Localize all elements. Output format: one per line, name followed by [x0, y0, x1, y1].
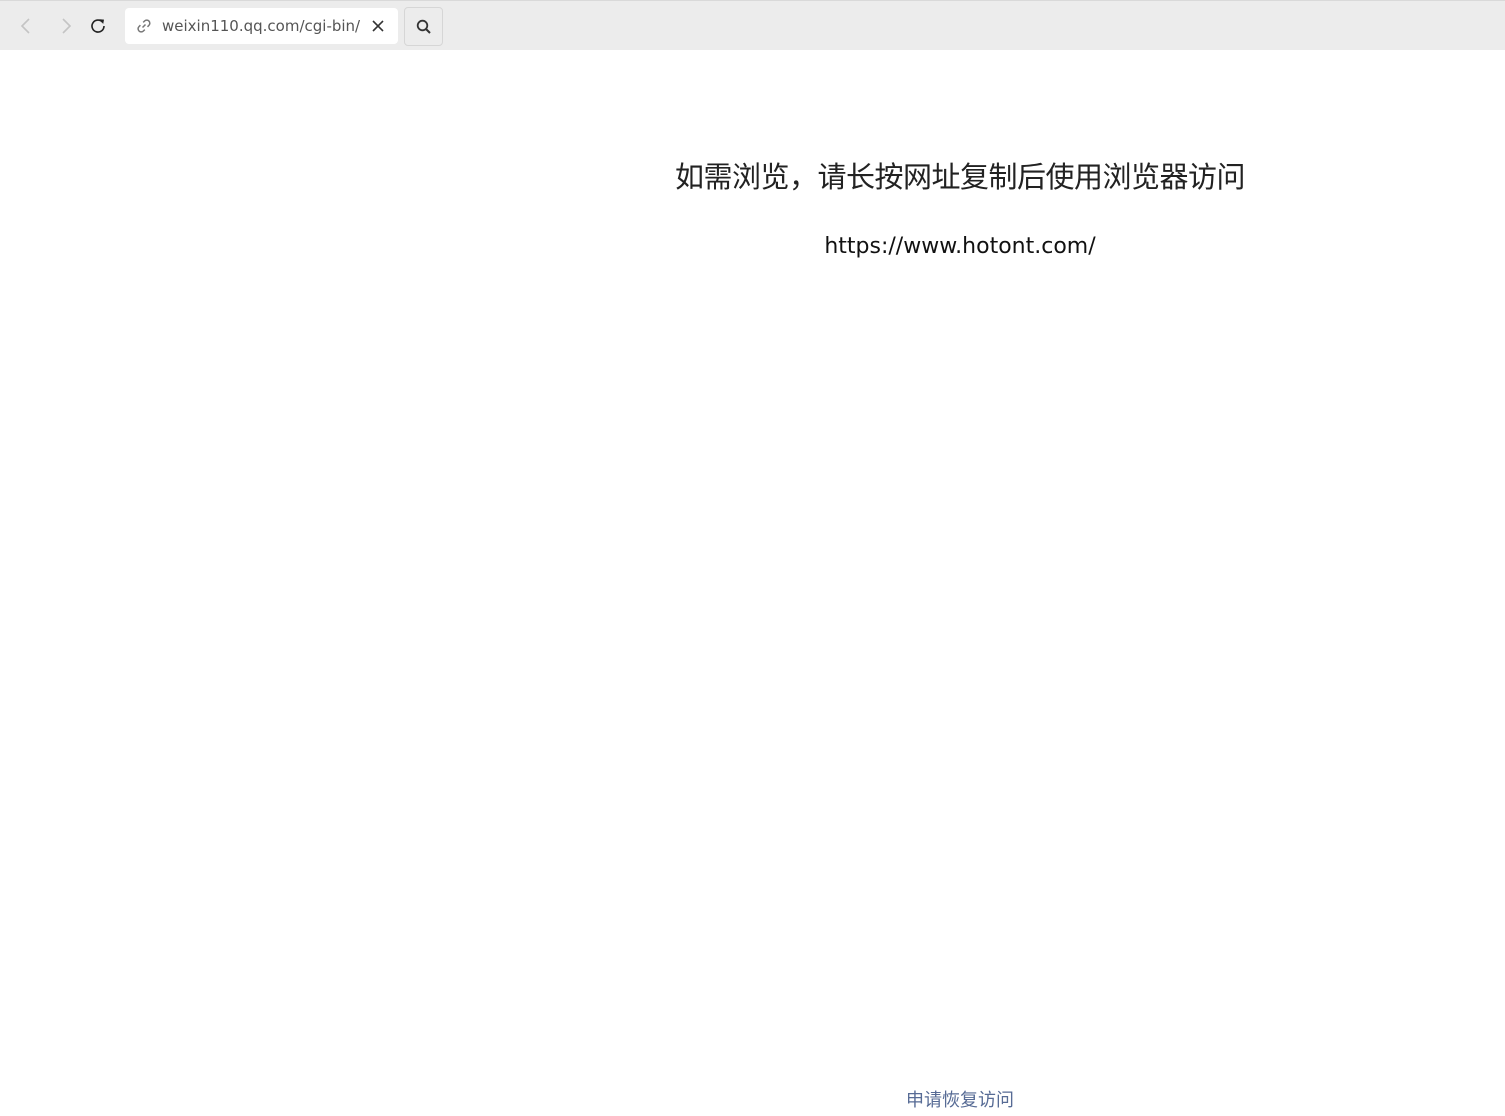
url-text[interactable]: weixin110.qq.com/cgi-bin/mmspamsupport-b…	[162, 8, 360, 44]
chevron-right-icon	[62, 18, 72, 34]
link-icon	[137, 19, 151, 33]
target-url-text[interactable]: https://www.hotont.com/	[410, 234, 1505, 259]
restore-access-link[interactable]: 申请恢复访问	[410, 1086, 1505, 1112]
forward-button[interactable]	[51, 11, 81, 41]
close-icon[interactable]	[369, 17, 387, 35]
back-button[interactable]	[11, 11, 41, 41]
chevron-left-icon	[20, 18, 30, 34]
page-headline: 如需浏览，请长按网址复制后使用浏览器访问	[674, 160, 1246, 194]
page-content: 如需浏览，请长按网址复制后使用浏览器访问 https://www.hotont.…	[410, 50, 1505, 1116]
address-bar[interactable]: weixin110.qq.com/cgi-bin/mmspamsupport-b…	[125, 8, 398, 44]
search-button[interactable]	[404, 7, 443, 46]
reload-button[interactable]	[83, 11, 113, 41]
search-icon	[416, 19, 431, 34]
browser-toolbar: weixin110.qq.com/cgi-bin/mmspamsupport-b…	[0, 0, 1505, 50]
reload-icon	[91, 19, 105, 33]
